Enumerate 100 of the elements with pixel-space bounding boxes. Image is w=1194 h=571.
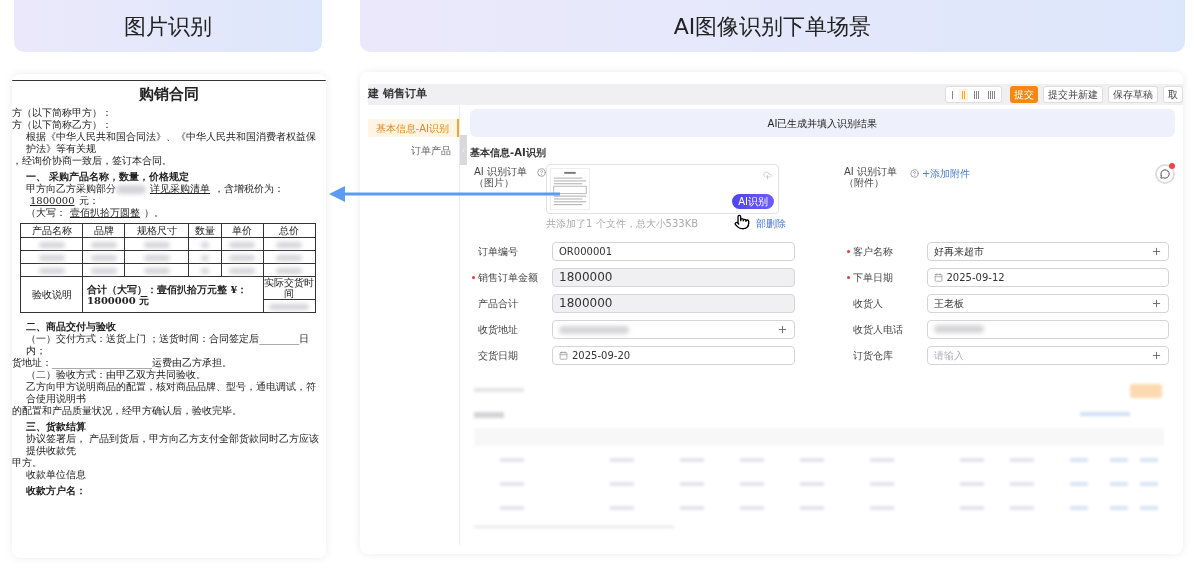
blurred-text — [90, 268, 117, 274]
readonly-field: 1800000 — [552, 293, 795, 313]
delete-link[interactable]: 部删除 — [756, 216, 786, 231]
blurred-text — [229, 255, 256, 261]
toolbar-button[interactable]: 保存草稿 — [1108, 86, 1158, 103]
status-banner: AI已生成并填入识别结果 — [470, 109, 1175, 137]
document-heading: 收款方户名： — [25, 485, 87, 497]
document-text: （二）验收方式：由甲乙双方共同验收。 — [25, 369, 207, 381]
page-title: 建 销售订单 — [368, 86, 428, 103]
calendar-icon — [933, 272, 943, 282]
document-text: 详见采购清单 — [149, 183, 211, 195]
text-field[interactable]: OR000001 — [552, 241, 795, 261]
document-text: 甲方向乙方采购部分 — [26, 183, 116, 195]
chat-button[interactable] — [1155, 164, 1175, 184]
document-text: 乙方向甲方说明商品的配置，核对商品品牌、型号，通电调试，符合使用说明书 — [25, 381, 317, 405]
nav-item[interactable]: 订单产品 — [368, 141, 459, 159]
plus-icon[interactable] — [1151, 349, 1162, 361]
document-text: （一）交付方式：送货上门 ；送货时间：合同签定后________日内； — [25, 333, 311, 357]
table-header-cell: 品牌 — [82, 223, 125, 238]
document-text: 1800000 — [29, 195, 76, 207]
document-text: 方（以下简称乙方）： — [12, 119, 113, 131]
blurred-text — [143, 255, 170, 261]
document-text: ）。 — [144, 207, 164, 219]
document-text: ，经询价协商一致后，签订本合同。 — [12, 155, 173, 167]
field-label: 收货人 — [852, 296, 883, 311]
blurred-text — [143, 242, 170, 248]
text-field[interactable] — [926, 319, 1169, 339]
blurred-text — [38, 255, 65, 261]
document-text: 元： — [78, 195, 99, 207]
blurred-text — [90, 242, 117, 248]
section-header: 图片识别 — [14, 0, 322, 52]
table-cell: 合计（大写）：壹佰扒拾万元整 ¥：1800000 元 — [82, 276, 264, 313]
table-header-cell: 单价 — [221, 223, 264, 238]
blurred-text — [559, 325, 629, 334]
blurred-text — [229, 268, 256, 274]
date-field[interactable]: 2025-09-12 — [926, 267, 1169, 287]
document-text: 甲方。 — [12, 457, 43, 469]
table-cell: 实际交货时间 — [263, 277, 315, 300]
ai-recognize-button[interactable]: AI识别 — [732, 194, 774, 209]
date-field[interactable]: 2025-09-20 — [552, 345, 795, 365]
picker-field[interactable] — [552, 319, 795, 339]
field-label: 交货日期 — [478, 348, 518, 363]
readonly-field: 1800000 — [552, 267, 795, 287]
blurred-text — [90, 255, 117, 261]
plus-icon[interactable] — [776, 323, 788, 335]
field-label: 订单编号 — [478, 244, 518, 259]
blurred-text — [143, 268, 170, 274]
blurred-text — [269, 303, 310, 310]
document-text: （大写： — [26, 207, 66, 219]
document-heading: 二、商品交付与验收 — [25, 321, 117, 333]
add-attachment-link[interactable]: +添加附件 — [922, 166, 1155, 181]
blurred-text — [276, 268, 303, 274]
upload-summary: 共添加了1 个文件，总大小533KB — [546, 217, 699, 231]
density-option[interactable] — [949, 88, 956, 101]
field-label: 收货地址 — [478, 322, 518, 337]
blurred-text — [276, 242, 303, 248]
plus-icon[interactable] — [1151, 297, 1162, 309]
blurred-text — [38, 242, 65, 248]
chevron-left-icon — [460, 146, 467, 154]
picker-field[interactable]: 好再来超市 — [926, 241, 1169, 261]
field-label: 客户名称 — [852, 244, 893, 259]
density-toggle[interactable] — [945, 86, 1002, 103]
field-label: AI 识别订单（图片） — [474, 166, 528, 188]
help-icon[interactable] — [537, 168, 546, 177]
document-text: 壹佰扒拾万圆整 — [69, 207, 141, 219]
density-option[interactable] — [959, 88, 968, 101]
chat-icon — [1160, 169, 1170, 179]
density-option[interactable] — [985, 88, 998, 101]
picker-field[interactable]: 王老板 — [926, 293, 1169, 313]
blurred-text — [933, 325, 984, 333]
blurred-text — [229, 242, 256, 248]
density-option[interactable] — [971, 88, 982, 101]
document-heading: 三、货款结算 — [25, 421, 87, 433]
document-text: 货地址：____________________运费由乙方承担。 — [12, 357, 233, 369]
toolbar-button[interactable]: 取 — [1163, 86, 1183, 103]
document-text: ，含增税价为： — [214, 183, 284, 195]
document-text: 根据《中华人民共和国合同法》、《中华人民共和国消费者权益保护法》等有关规 — [25, 131, 317, 155]
section-header: AI图像识别下单场景 — [360, 0, 1185, 52]
document-text: 收款单位信息 — [25, 469, 87, 481]
document-heading: 一、 采购产品名称，数量，价格规定 — [25, 171, 191, 183]
table-cell: 验收说明 — [20, 276, 83, 313]
table-header-cell: 总价 — [263, 223, 316, 238]
collapse-handle[interactable] — [460, 135, 467, 165]
document-thumbnail — [550, 168, 590, 210]
table-header-cell: 产品名称 — [20, 223, 83, 238]
blurred-text — [116, 184, 146, 194]
table-header-cell: 规格尺寸 — [124, 223, 189, 238]
blurred-text — [38, 268, 65, 274]
blurred-text — [276, 255, 303, 261]
plus-icon[interactable] — [1151, 245, 1162, 257]
calendar-icon — [559, 350, 568, 360]
document-title: 购销合同 — [138, 85, 200, 103]
section-title: 基本信息-AI识别 — [470, 146, 547, 160]
help-icon[interactable] — [910, 169, 919, 178]
toolbar-button[interactable]: 提交并新建 — [1043, 86, 1103, 103]
field-label: 收货人电话 — [852, 322, 903, 337]
document-text: 协议签署后， 产品到货后，甲方向乙方支付全部货款同时乙方应该提供收款凭 — [25, 433, 321, 457]
field-label: 订货仓库 — [852, 348, 893, 363]
field-label: 下单日期 — [852, 270, 893, 285]
field-label: AI 识别订单（附件） — [844, 166, 898, 188]
